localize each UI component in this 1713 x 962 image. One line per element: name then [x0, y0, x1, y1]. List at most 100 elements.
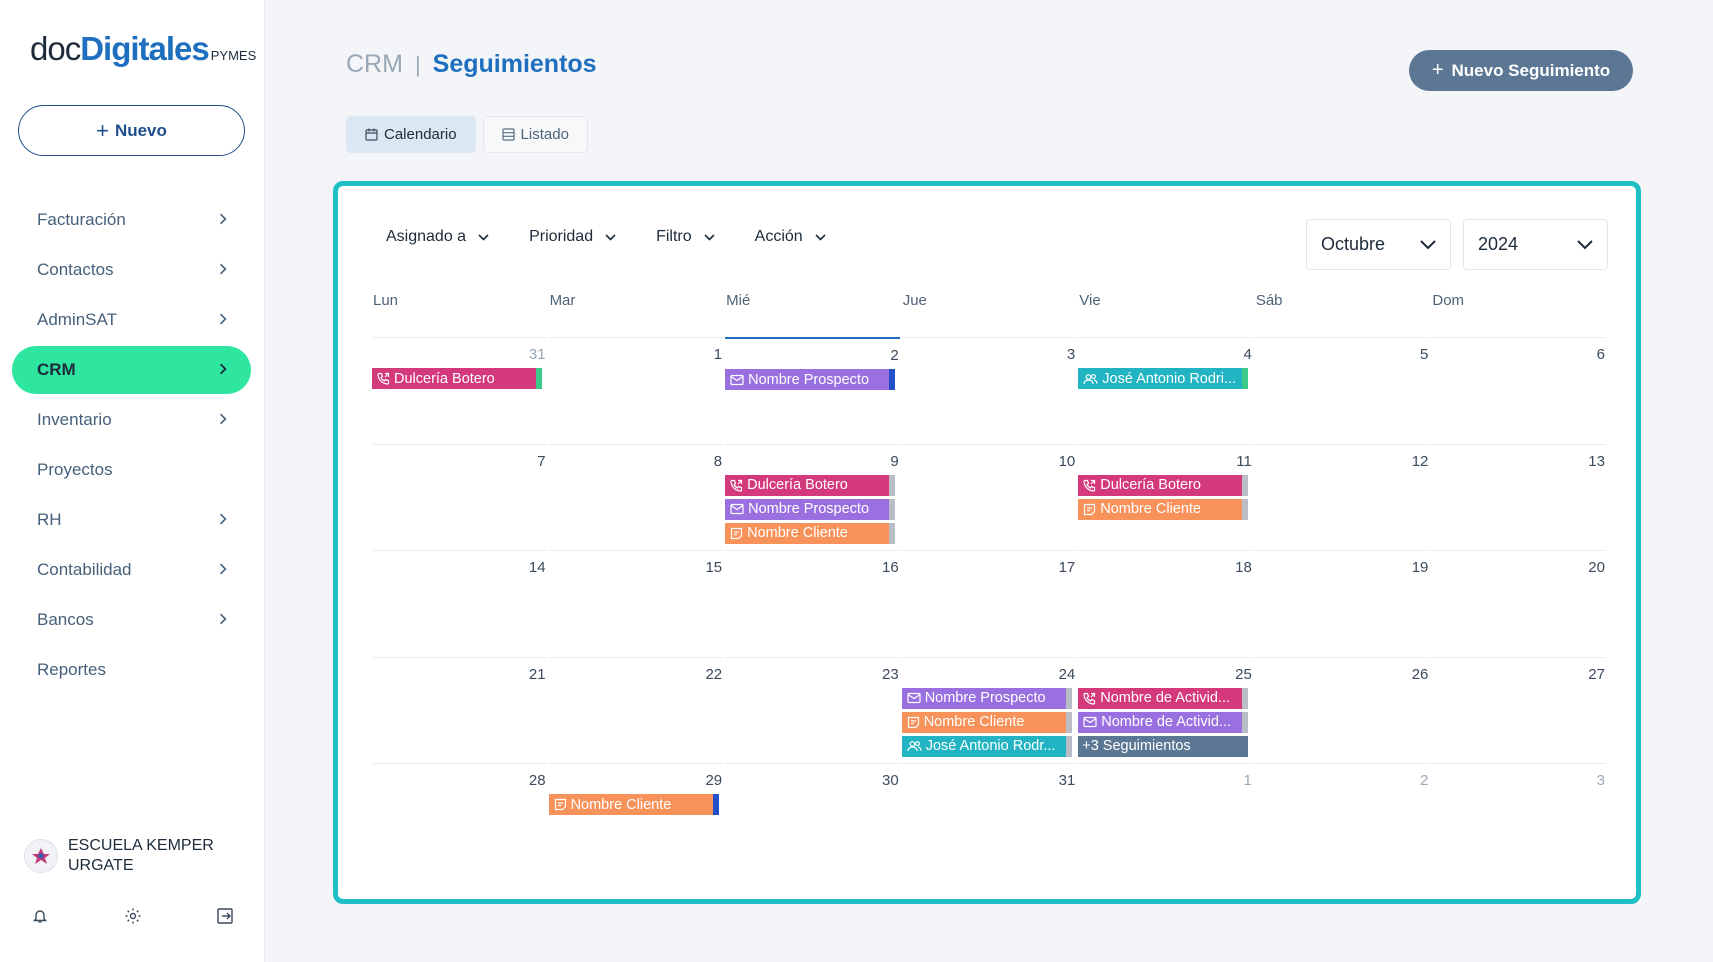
calendar-day[interactable]: 31 [901, 763, 1078, 870]
year-select[interactable]: 2024 [1463, 219, 1608, 270]
sidebar-item-adminsat[interactable]: AdminSAT [12, 296, 251, 344]
gear-icon[interactable] [123, 906, 143, 926]
event-note[interactable]: Nombre Cliente [725, 522, 896, 544]
school-logo-icon [32, 848, 50, 864]
calendar-day[interactable]: 15 [548, 550, 725, 657]
calendar-day[interactable]: 3 [1430, 763, 1607, 870]
bell-icon[interactable] [30, 906, 50, 926]
calendar-day[interactable]: 3 [901, 337, 1078, 444]
filter-prioridad[interactable]: Prioridad [529, 228, 616, 246]
calendar-day[interactable]: 14 [371, 550, 548, 657]
calendar-day[interactable]: 8 [548, 443, 725, 551]
sidebar-item-reportes[interactable]: Reportes [12, 646, 251, 694]
calendar-day[interactable]: 28 [371, 763, 548, 870]
calendar-day[interactable]: 21 [371, 656, 548, 764]
sidebar-item-bancos[interactable]: Bancos [12, 596, 251, 644]
calendar-day[interactable]: 5 [1254, 337, 1431, 444]
day-number: 11 [1236, 452, 1252, 470]
day-number: 7 [537, 452, 546, 470]
app-logo[interactable]: docDigitales PYMES [30, 30, 256, 68]
mail-icon [730, 503, 744, 515]
calendar-day[interactable]: 13 [1430, 443, 1607, 551]
calendar-day-cell: 8 [548, 443, 724, 551]
chevron-down-icon [1420, 239, 1436, 249]
calendar-day[interactable]: 2 [1254, 763, 1431, 870]
calendar-day[interactable]: 24 Nombre Prospecto Nombre Cliente José Ant… [901, 656, 1078, 764]
day-events: Nombre Cliente [548, 794, 724, 815]
event-status-tag [536, 368, 542, 389]
filter-accion[interactable]: Acción [755, 228, 826, 246]
day-number: 13 [1588, 452, 1605, 470]
calendar-day[interactable]: 31 Dulcería Botero [371, 337, 548, 444]
calendar-day[interactable]: 23 [724, 656, 901, 764]
calendar-day-cell: 28 [372, 763, 547, 870]
new-followup-button[interactable]: + Nuevo Seguimiento [1409, 50, 1633, 91]
calendar-day[interactable]: 12 [1254, 443, 1431, 551]
calendar-day[interactable]: 4 José Antonio Rodri... [1077, 337, 1254, 444]
calendar-day-cell: 22 [548, 656, 724, 764]
event-email[interactable]: Nombre Prospecto [725, 498, 896, 520]
sidebar-item-proyectos[interactable]: Proyectos [12, 446, 251, 494]
event-status-tag [712, 794, 719, 815]
calendar-day[interactable]: 30 [724, 763, 901, 870]
day-number: 9 [890, 452, 899, 470]
calendar-day[interactable]: 20 [1430, 550, 1607, 657]
calendar-day[interactable]: 10 [901, 443, 1078, 551]
calendar-day[interactable]: 6 [1430, 337, 1607, 444]
event-meeting[interactable]: José Antonio Rodri... [1078, 368, 1249, 389]
calendar-day[interactable]: 17 [901, 550, 1078, 657]
sidebar-item-crm[interactable]: CRM [12, 346, 251, 394]
sidebar-item-contabilidad[interactable]: Contabilidad [12, 546, 251, 594]
day-events: Dulcería Botero Nombre Prospecto Nombre Cl… [725, 474, 900, 544]
weekday-label: Sáb [1255, 292, 1283, 309]
event-label: Nombre Prospecto [924, 690, 1046, 706]
calendar-day[interactable]: 27 [1430, 656, 1607, 764]
calendar-day[interactable]: 1 [1077, 763, 1254, 870]
calendar-day-today[interactable]: 2 Nombre Prospecto [724, 337, 901, 444]
logout-icon[interactable] [215, 906, 235, 926]
user-profile[interactable]: ESCUELA KEMPER URGATE [24, 836, 228, 876]
new-button-label: Nuevo [114, 120, 167, 140]
calendar-day[interactable]: 29 Nombre Cliente [548, 763, 725, 870]
calendar-day[interactable]: 25 Nombre de Activid... Nombre de Activid.… [1077, 656, 1254, 764]
event-call[interactable]: Dulcería Botero [1078, 474, 1249, 496]
calendar-day[interactable]: 9 Dulcería Botero Nombre Prospecto Nombre C… [724, 443, 901, 551]
tab-listado[interactable]: Listado [482, 116, 588, 153]
calendar-day[interactable]: 18 [1077, 550, 1254, 657]
event-email[interactable]: Nombre Prospecto [901, 687, 1072, 709]
sidebar-item-facturacion[interactable]: Facturación [12, 196, 251, 244]
calendar-day[interactable]: 16 [724, 550, 901, 657]
event-note[interactable]: Nombre Cliente [901, 711, 1072, 733]
calendar-day[interactable]: 7 [371, 443, 548, 551]
breadcrumb-root[interactable]: CRM [346, 50, 403, 79]
logo-pymes: PYMES [210, 48, 257, 63]
calendar-day-cell: 19 [1254, 550, 1430, 657]
calendar-day[interactable]: 19 [1254, 550, 1431, 657]
more-events-link[interactable]: +3 Seguimientos [1078, 735, 1249, 757]
new-button[interactable]: + Nuevo [18, 105, 245, 156]
calendar-day[interactable]: 22 [548, 656, 725, 764]
sidebar-item-label: Bancos [37, 610, 94, 629]
note-icon [907, 716, 920, 729]
event-call[interactable]: Dulcería Botero [725, 474, 896, 496]
event-note[interactable]: Nombre Cliente [1078, 498, 1249, 520]
day-number: 6 [1596, 346, 1605, 363]
sidebar-item-contactos[interactable]: Contactos [12, 246, 251, 294]
event-email[interactable]: Nombre Prospecto [725, 369, 896, 390]
calendar-day[interactable]: 26 [1254, 656, 1431, 764]
event-call[interactable]: Dulcería Botero [372, 368, 542, 389]
calendar-day-cell: 6 [1431, 337, 1606, 444]
event-meeting[interactable]: José Antonio Rodr... [901, 735, 1072, 757]
filter-filtro[interactable]: Filtro [656, 228, 715, 246]
tab-calendario[interactable]: Calendario [346, 116, 476, 153]
filter-asignado-a[interactable]: Asignado a [386, 228, 489, 246]
sidebar-item-rh[interactable]: RH [12, 496, 251, 544]
calendar-day[interactable]: 11 Dulcería Botero Nombre Cliente [1077, 443, 1254, 551]
calendar-day[interactable]: 1 [548, 337, 725, 444]
sidebar-item-inventario[interactable]: Inventario [12, 396, 251, 444]
event-email[interactable]: Nombre de Activid... [1078, 711, 1249, 733]
event-call[interactable]: Nombre de Activid... [1078, 687, 1249, 709]
month-select[interactable]: Octubre [1306, 219, 1451, 270]
sidebar-item-label: Proyectos [37, 460, 113, 479]
event-note[interactable]: Nombre Cliente [548, 794, 719, 815]
